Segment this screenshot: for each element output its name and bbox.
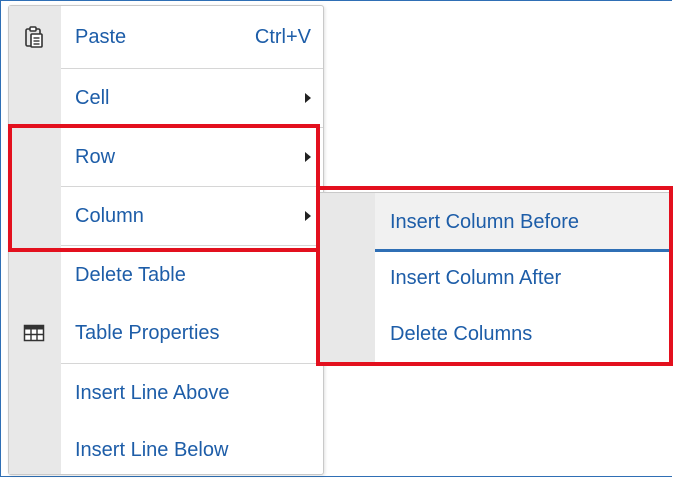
menu-item-label: Table Properties (75, 321, 220, 344)
submenu-arrow-icon (305, 93, 311, 103)
menu-item-cell[interactable]: Cell (9, 69, 323, 127)
menu-item-delete-table[interactable]: Delete Table (9, 246, 323, 304)
menu-item-label: Column (75, 204, 144, 227)
table-grid-icon (23, 324, 45, 342)
menu-item-label: Delete Columns (390, 322, 533, 345)
submenu-item-delete-columns[interactable]: Delete Columns (320, 305, 672, 363)
menu-item-label: Insert Line Above (75, 381, 230, 404)
menu-item-column[interactable]: Column (9, 187, 323, 245)
menu-item-insert-line-below[interactable]: Insert Line Below (9, 421, 323, 479)
submenu-item-insert-column-after[interactable]: Insert Column After (320, 249, 672, 307)
menu-item-insert-line-above[interactable]: Insert Line Above (9, 364, 323, 422)
submenu-item-insert-column-before[interactable]: Insert Column Before (320, 193, 672, 251)
menu-item-label: Paste (75, 25, 127, 48)
menu-item-label: Row (75, 145, 116, 168)
menu-item-label: Insert Column After (390, 266, 562, 289)
menu-item-label: Insert Column Before (390, 210, 579, 233)
menu-item-paste[interactable]: Paste Ctrl+V (9, 8, 323, 66)
menu-item-label: Cell (75, 86, 110, 109)
clipboard-icon (25, 26, 43, 48)
column-submenu: Insert Column Before Insert Column After… (319, 192, 673, 365)
shortcut-text: Ctrl+V (254, 25, 311, 48)
menu-item-label: Insert Line Below (75, 438, 229, 461)
menu-item-table-properties[interactable]: Table Properties (9, 304, 323, 362)
menu-item-row[interactable]: Row (9, 128, 323, 186)
context-menu: Paste Ctrl+V Cell Row Column Delete Tabl… (8, 5, 324, 475)
submenu-arrow-icon (305, 211, 311, 221)
menu-item-label: Delete Table (75, 263, 186, 286)
submenu-arrow-icon (305, 152, 311, 162)
